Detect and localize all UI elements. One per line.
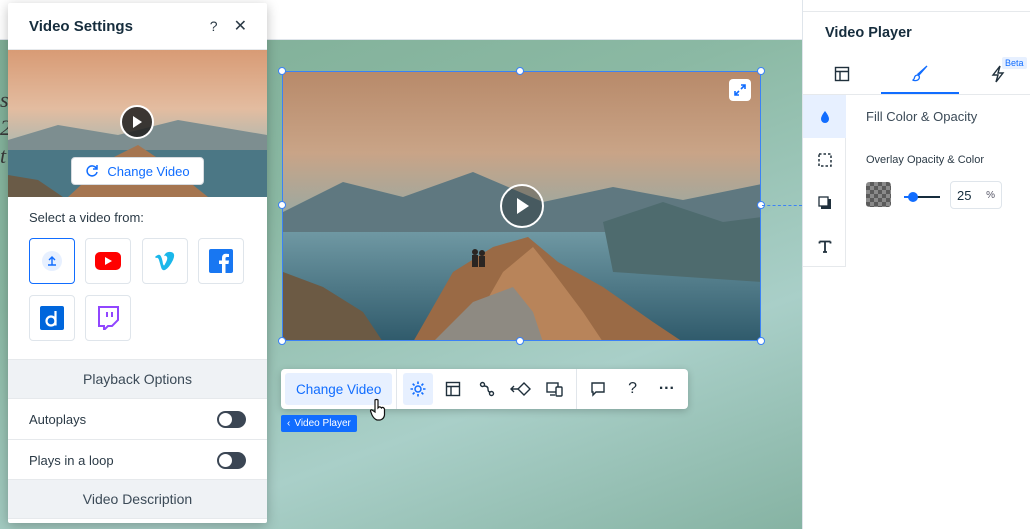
shadow-nav-item[interactable] xyxy=(803,181,846,224)
overlay-opacity-label: Overlay Opacity & Color xyxy=(866,154,984,166)
video-settings-panel: Video Settings ? ✕ Change Video Select a… xyxy=(8,3,267,523)
expand-icon[interactable] xyxy=(729,79,751,101)
resize-handle-top-right[interactable] xyxy=(757,67,765,75)
droplet-icon xyxy=(820,110,829,123)
twitch-icon xyxy=(98,306,119,330)
resize-handle-bottom-left[interactable] xyxy=(278,337,286,345)
video-description-header[interactable]: Video Description xyxy=(8,479,267,519)
facebook-icon xyxy=(209,249,233,273)
layout-icon xyxy=(834,66,850,82)
refresh-icon xyxy=(86,165,99,177)
design-section-nav xyxy=(803,95,846,267)
toolbar-divider xyxy=(576,369,578,409)
upload-icon xyxy=(42,251,62,271)
help-icon[interactable]: ? xyxy=(618,373,648,405)
settings-gear-icon[interactable] xyxy=(403,373,434,405)
border-icon xyxy=(817,152,832,167)
comment-icon[interactable] xyxy=(583,373,613,405)
anchor-guide-line xyxy=(762,205,802,206)
panel-header: Video Settings ? ✕ xyxy=(8,3,267,50)
element-floating-toolbar: Change Video ? ··· xyxy=(281,369,688,409)
brush-icon xyxy=(912,65,928,82)
loop-toggle[interactable] xyxy=(217,451,246,469)
section-title: Fill Color & Opacity xyxy=(866,109,978,124)
vimeo-source-button[interactable] xyxy=(142,238,188,284)
layout-tab[interactable] xyxy=(803,54,881,94)
border-nav-item[interactable] xyxy=(803,138,846,181)
select-source-label: Select a video from: xyxy=(29,210,144,225)
loop-label: Plays in a loop xyxy=(29,452,114,468)
playback-options-header: Playback Options xyxy=(8,359,267,399)
autoplays-toggle[interactable] xyxy=(217,410,246,428)
play-icon[interactable] xyxy=(120,105,154,139)
autoplays-row: Autoplays xyxy=(8,399,267,440)
twitch-source-button[interactable] xyxy=(85,295,131,341)
text-icon xyxy=(818,240,831,253)
panel-title: Video Settings xyxy=(29,17,133,35)
animation-icon[interactable] xyxy=(472,373,502,405)
chevron-left-icon: ‹ xyxy=(287,418,291,429)
more-icon[interactable]: ··· xyxy=(652,373,682,405)
navigate-icon[interactable] xyxy=(506,373,536,405)
youtube-source-button[interactable] xyxy=(85,238,131,284)
resize-handle-bottom[interactable] xyxy=(516,337,524,345)
play-icon[interactable] xyxy=(500,184,544,228)
opacity-input[interactable]: 25 % xyxy=(950,181,1002,209)
inspector-top-strip xyxy=(803,0,1030,12)
upload-source-button[interactable] xyxy=(29,238,75,284)
autoplays-label: Autoplays xyxy=(29,411,87,427)
beta-badge: Beta xyxy=(1002,57,1027,69)
facebook-source-button[interactable] xyxy=(198,238,244,284)
element-name-label: Video Player xyxy=(294,418,351,429)
help-icon[interactable]: ? xyxy=(210,18,218,34)
vimeo-icon xyxy=(155,251,175,271)
toolbar-divider xyxy=(396,369,398,409)
resize-handle-top[interactable] xyxy=(516,67,524,75)
element-name-tag[interactable]: ‹ Video Player xyxy=(281,415,357,432)
fill-color-nav-item[interactable] xyxy=(803,95,846,138)
opacity-slider-handle[interactable] xyxy=(908,192,918,202)
resize-handle-left[interactable] xyxy=(278,201,286,209)
mobile-layout-icon[interactable] xyxy=(540,373,570,405)
resize-handle-bottom-right[interactable] xyxy=(757,337,765,345)
change-video-button[interactable]: Change Video xyxy=(71,157,204,185)
layout-icon[interactable] xyxy=(437,373,467,405)
close-icon[interactable]: ✕ xyxy=(234,16,247,36)
dailymotion-source-button[interactable] xyxy=(29,295,75,341)
editor-canvas[interactable]: s2t Change Video ? ··· ‹ Video Player Vi… xyxy=(0,0,802,529)
text-nav-item[interactable] xyxy=(803,224,846,267)
opacity-value: 25 xyxy=(957,187,972,203)
dailymotion-icon xyxy=(40,306,64,330)
hand-cursor-icon xyxy=(369,398,387,427)
change-video-label: Change Video xyxy=(107,163,190,179)
inspector-title: Video Player xyxy=(825,25,912,41)
design-tab[interactable] xyxy=(881,54,959,94)
color-swatch[interactable] xyxy=(866,182,891,207)
opacity-unit: % xyxy=(986,189,995,201)
resize-handle-top-left[interactable] xyxy=(278,67,286,75)
loop-row: Plays in a loop xyxy=(8,440,267,481)
inspector-panel: Video Player Beta Fill Color & Opacity O… xyxy=(802,0,1030,529)
shadow-icon xyxy=(817,195,831,209)
youtube-icon xyxy=(95,252,121,270)
